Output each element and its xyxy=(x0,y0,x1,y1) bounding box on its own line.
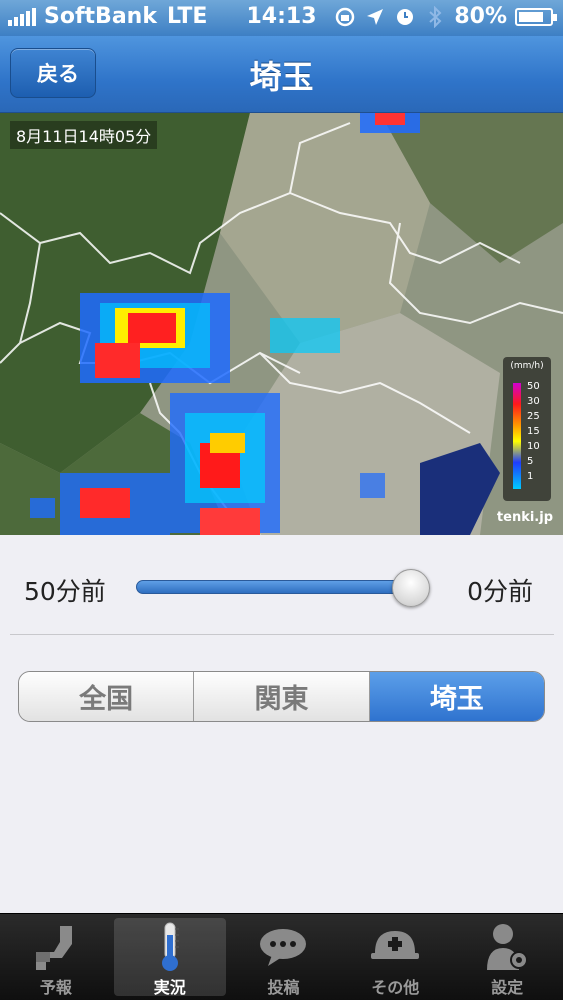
radar-map[interactable]: 8月11日14時05分 (mm/h) 50 30 25 15 10 5 1 te… xyxy=(0,113,563,535)
tab-bar: 予報 実況 投稿 その他 設定 xyxy=(0,913,563,1000)
legend-value: 30 xyxy=(527,396,540,407)
legend-color-scale xyxy=(513,383,521,489)
segment-nationwide[interactable]: 全国 xyxy=(19,672,195,721)
time-slider-thumb[interactable] xyxy=(392,569,430,607)
tab-observation[interactable]: 実況 xyxy=(113,918,226,997)
legend-unit: (mm/h) xyxy=(510,361,544,371)
legend-value: 25 xyxy=(527,411,540,422)
tenki-watermark: tenki.jp xyxy=(496,510,553,525)
back-button-label: 戻る xyxy=(37,62,79,86)
tab-label: 実況 xyxy=(153,978,186,997)
rotation-lock-icon xyxy=(334,6,356,28)
bluetooth-icon xyxy=(424,5,446,28)
legend-value: 10 xyxy=(527,441,540,452)
user-gear-icon xyxy=(481,922,533,972)
page-title: 埼玉 xyxy=(249,58,314,96)
legend-value: 50 xyxy=(527,381,540,392)
tab-settings[interactable]: 設定 xyxy=(451,914,563,1000)
tab-label: 設定 xyxy=(491,978,524,997)
tab-other[interactable]: その他 xyxy=(339,914,451,1000)
segment-kanto[interactable]: 関東 xyxy=(194,672,370,721)
tab-label: 投稿 xyxy=(267,978,300,997)
slider-min-label: 50分前 xyxy=(24,577,106,606)
speech-bubble-icon xyxy=(257,922,309,972)
radar-map-image xyxy=(0,113,563,535)
navigation-bar: 戻る 埼玉 xyxy=(0,36,563,113)
segment-saitama[interactable]: 埼玉 xyxy=(369,672,544,721)
legend-value: 15 xyxy=(527,426,540,437)
helmet-icon xyxy=(369,922,421,972)
tab-label: その他 xyxy=(371,978,420,997)
legend-value: 5 xyxy=(527,456,534,467)
time-slider-row: 50分前 0分前 xyxy=(0,560,563,616)
radar-timestamp: 8月11日14時05分 xyxy=(10,121,158,149)
tab-post[interactable]: 投稿 xyxy=(228,914,340,1000)
battery-percent: 80% xyxy=(454,4,507,29)
legend-value: 1 xyxy=(527,471,534,482)
tab-label: 予報 xyxy=(39,978,72,997)
alarm-clock-icon xyxy=(394,6,416,28)
divider xyxy=(10,634,554,635)
forecast-icon xyxy=(30,922,82,972)
thermometer-icon xyxy=(144,922,196,972)
status-bar: SoftBank LTE 14:13 80% xyxy=(0,0,563,36)
status-right: 80% xyxy=(334,4,557,29)
precipitation-legend: (mm/h) 50 30 25 15 10 5 1 xyxy=(503,357,551,501)
location-arrow-icon xyxy=(364,6,386,28)
slider-max-label: 0分前 xyxy=(467,577,533,606)
tab-forecast[interactable]: 予報 xyxy=(0,914,112,1000)
time-slider-track[interactable] xyxy=(136,580,420,594)
region-segmented-control: 全国 関東 埼玉 xyxy=(18,671,545,722)
battery-icon xyxy=(515,7,557,26)
